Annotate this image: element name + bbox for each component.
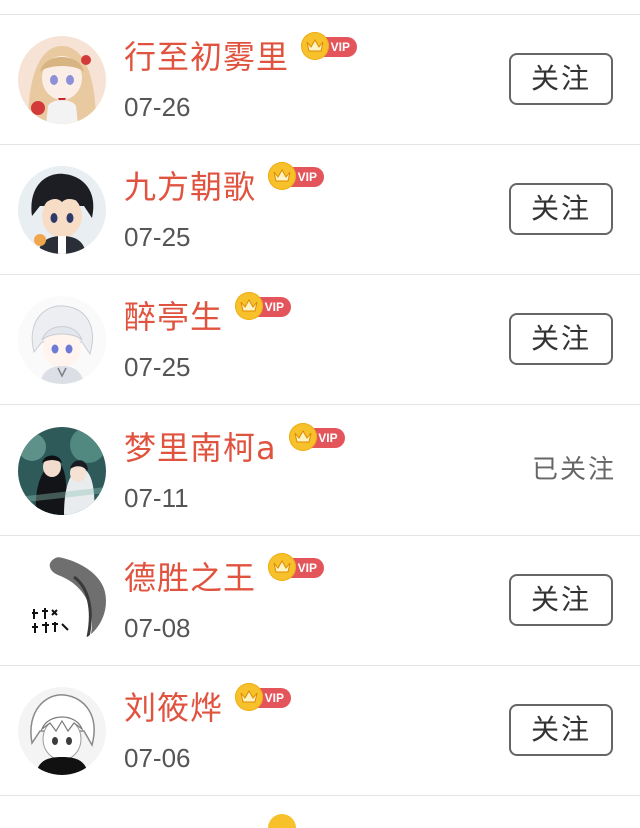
name-line: 行至初雾里 VIP <box>124 32 358 77</box>
vip-badge: VIP <box>288 423 345 451</box>
follow-date: 07-08 <box>124 613 191 643</box>
list-item-partial <box>0 797 640 828</box>
username[interactable]: 醉亭生 <box>124 297 223 337</box>
list-item[interactable]: 行至初雾里 VIP 07-26 关注 <box>0 15 640 145</box>
vip-badge: VIP <box>268 162 325 190</box>
avatar[interactable] <box>18 557 106 645</box>
follow-date: 07-26 <box>124 92 191 122</box>
avatar[interactable] <box>18 296 106 384</box>
vip-badge: VIP <box>301 32 358 60</box>
username[interactable]: 梦里南柯a <box>124 428 277 468</box>
followed-status[interactable]: 已关注 <box>526 454 616 486</box>
crown-icon <box>268 162 297 190</box>
username[interactable]: 行至初雾里 <box>124 37 289 77</box>
follow-button[interactable]: 关注 <box>509 704 613 756</box>
list-item[interactable]: 德胜之王 VIP 07-08 关注 <box>0 536 640 666</box>
crown-icon <box>268 553 297 581</box>
username[interactable]: 刘筱烨 <box>124 688 223 728</box>
follow-list: 行至初雾里 VIP 07-26 关注 九方朝歌 VIP 07-25 关注 醉亭生… <box>0 0 640 828</box>
vip-badge: VIP <box>235 292 292 320</box>
list-item[interactable]: 刘筱烨 VIP 07-06 关注 <box>0 666 640 796</box>
name-line: 刘筱烨 VIP <box>124 683 292 728</box>
vip-badge: VIP <box>235 683 292 711</box>
follow-button[interactable]: 关注 <box>509 53 613 105</box>
list-item[interactable]: 梦里南柯a VIP 07-11 已关注 <box>0 406 640 536</box>
name-line: 醉亭生 VIP <box>124 292 292 337</box>
crown-icon <box>268 814 296 828</box>
follow-date: 07-06 <box>124 743 191 773</box>
follow-date: 07-11 <box>124 483 189 513</box>
crown-icon <box>301 32 330 60</box>
name-line: 梦里南柯a VIP <box>124 423 345 468</box>
avatar[interactable] <box>18 36 106 124</box>
avatar[interactable] <box>18 166 106 254</box>
crown-icon <box>288 423 317 451</box>
crown-icon <box>235 683 264 711</box>
avatar-anime-couple-icon <box>18 427 106 515</box>
follow-button[interactable]: 关注 <box>509 183 613 235</box>
username[interactable]: 德胜之王 <box>124 558 256 598</box>
avatar[interactable] <box>18 427 106 515</box>
follow-date: 07-25 <box>124 352 191 382</box>
list-item[interactable]: 醉亭生 VIP 07-25 关注 <box>0 275 640 405</box>
avatar[interactable] <box>18 687 106 775</box>
avatar-anime-girl-icon <box>18 36 106 124</box>
name-line: 九方朝歌 VIP <box>124 162 325 207</box>
follow-button[interactable]: 关注 <box>509 574 613 626</box>
follow-date: 07-25 <box>124 222 191 252</box>
list-item[interactable]: 九方朝歌 VIP 07-25 关注 <box>0 145 640 275</box>
vip-badge: VIP <box>268 553 325 581</box>
crown-icon <box>235 292 264 320</box>
avatar-anime-boy-sketch-icon <box>18 687 106 775</box>
avatar-anime-boy-icon <box>18 166 106 254</box>
username[interactable]: 九方朝歌 <box>124 167 256 207</box>
avatar-calligraphy-icon <box>18 557 106 645</box>
name-line: 德胜之王 VIP <box>124 553 325 598</box>
avatar-anime-white-hair-icon <box>18 296 106 384</box>
follow-button[interactable]: 关注 <box>509 313 613 365</box>
